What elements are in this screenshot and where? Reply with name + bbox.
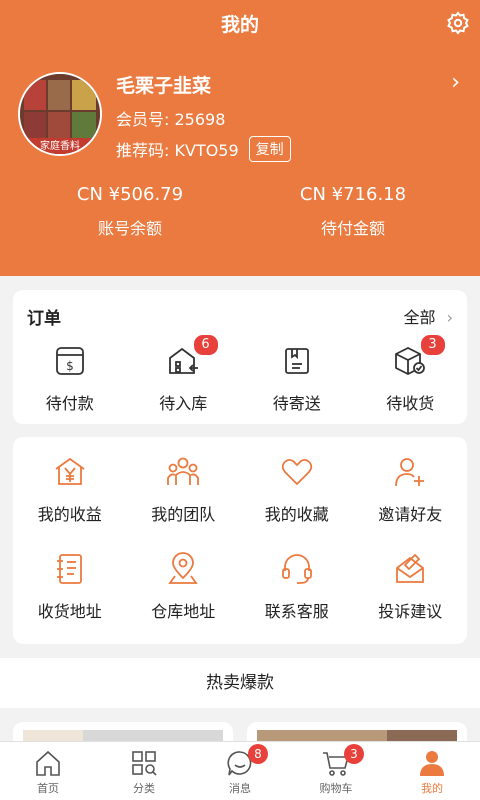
- pending-amount[interactable]: CN ¥716.18 待付金额: [253, 184, 453, 239]
- order-pending-receipt[interactable]: 3 待收货: [354, 334, 468, 414]
- location-pin-icon: [168, 552, 198, 584]
- shipping-box-icon: [284, 348, 309, 374]
- chevron-right-icon: ›: [446, 308, 453, 327]
- order-label: 待付款: [45, 394, 94, 413]
- order-label: 待收货: [386, 394, 435, 413]
- order-pending-warehouse[interactable]: 6 待入库: [127, 334, 241, 414]
- service-feedback[interactable]: 投诉建议: [354, 552, 468, 622]
- balance-value: CN ¥506.79: [76, 184, 184, 205]
- avatar[interactable]: 家庭香料: [18, 72, 102, 156]
- hot-products-title: 热卖爆款: [0, 658, 480, 708]
- service-warehouse-address[interactable]: 仓库地址: [127, 552, 241, 622]
- tab-category[interactable]: 分类: [96, 742, 192, 800]
- orders-card: 订单 全部 › $ 待付款 6 待入库 待寄送 3 待收货: [13, 290, 467, 424]
- orders-all-link[interactable]: 全部 ›: [403, 304, 453, 328]
- services-card: 我的收益 我的团队 我的收藏 邀请好友 收货地址 仓库地址 联系客服 投诉建议: [13, 437, 467, 644]
- service-favorites[interactable]: 我的收藏: [240, 455, 354, 525]
- heart-icon: [281, 458, 312, 486]
- service-label: 投诉建议: [378, 602, 443, 621]
- member-id: 会员号: 25698: [116, 110, 226, 129]
- category-icon: [132, 751, 157, 776]
- tab-home[interactable]: 首页: [0, 742, 96, 800]
- orders-title: 订单: [27, 309, 61, 329]
- gear-icon[interactable]: [446, 11, 470, 35]
- bottom-tab-bar: 首页 分类 8 消息 3 购物车 我的: [0, 741, 480, 800]
- service-label: 收货地址: [37, 602, 102, 621]
- user-name: 毛栗子韭菜: [116, 75, 212, 97]
- chevron-right-icon[interactable]: ›: [451, 70, 460, 95]
- tab-messages[interactable]: 8 消息: [192, 742, 288, 800]
- account-balance[interactable]: CN ¥506.79 账号余额: [30, 184, 230, 239]
- tab-label: 消息: [229, 782, 251, 795]
- order-badge: 3: [419, 334, 446, 356]
- profile-header: 我的 家庭香料 毛栗子韭菜 › 会员号: 25698 推荐码: KVTO59 复…: [0, 0, 480, 276]
- copy-button[interactable]: 复制: [248, 136, 291, 162]
- service-label: 邀请好友: [378, 505, 443, 524]
- page-title: 我的: [220, 14, 259, 36]
- service-label: 我的团队: [151, 505, 216, 524]
- invite-friend-icon: [395, 458, 425, 487]
- address-book-icon: [56, 554, 82, 584]
- profile-icon: [420, 751, 444, 776]
- team-icon: [167, 457, 200, 485]
- tab-label: 分类: [133, 782, 155, 795]
- headset-icon: [281, 554, 312, 584]
- service-shipping-address[interactable]: 收货地址: [13, 552, 127, 622]
- tab-badge: 8: [248, 744, 268, 764]
- order-pending-shipping[interactable]: 待寄送: [240, 344, 354, 414]
- avatar-label: 家庭香料: [40, 139, 80, 152]
- balance-label: 账号余额: [97, 219, 162, 238]
- service-customer-support[interactable]: 联系客服: [240, 552, 354, 622]
- payment-icon: $: [55, 347, 84, 375]
- service-label: 我的收益: [37, 505, 102, 524]
- tab-label: 我的: [421, 782, 443, 795]
- tab-badge: 3: [344, 744, 364, 764]
- service-invite[interactable]: 邀请好友: [354, 455, 468, 525]
- pending-label: 待付金额: [320, 219, 385, 238]
- order-label: 待寄送: [272, 394, 321, 413]
- svg-text:$: $: [66, 359, 74, 373]
- tab-profile[interactable]: 我的: [384, 742, 480, 800]
- service-earnings[interactable]: 我的收益: [13, 455, 127, 525]
- orders-all-label: 全部: [403, 308, 436, 327]
- order-label: 待入库: [159, 394, 208, 413]
- service-label: 我的收藏: [264, 505, 329, 524]
- pending-value: CN ¥716.18: [299, 184, 407, 205]
- order-pending-payment[interactable]: $ 待付款: [13, 344, 127, 414]
- referral-code: 推荐码: KVTO59: [116, 141, 239, 160]
- home-icon: [36, 750, 60, 776]
- service-label: 仓库地址: [151, 602, 216, 621]
- referral-row: 推荐码: KVTO59 复制: [116, 136, 291, 162]
- tab-label: 首页: [37, 782, 59, 795]
- order-badge: 6: [192, 334, 219, 356]
- service-label: 联系客服: [264, 602, 329, 621]
- service-team[interactable]: 我的团队: [127, 455, 241, 525]
- tab-label: 购物车: [319, 782, 353, 795]
- earnings-icon: [55, 457, 85, 485]
- tab-cart[interactable]: 3 购物车: [288, 742, 384, 800]
- feedback-icon: [396, 553, 425, 583]
